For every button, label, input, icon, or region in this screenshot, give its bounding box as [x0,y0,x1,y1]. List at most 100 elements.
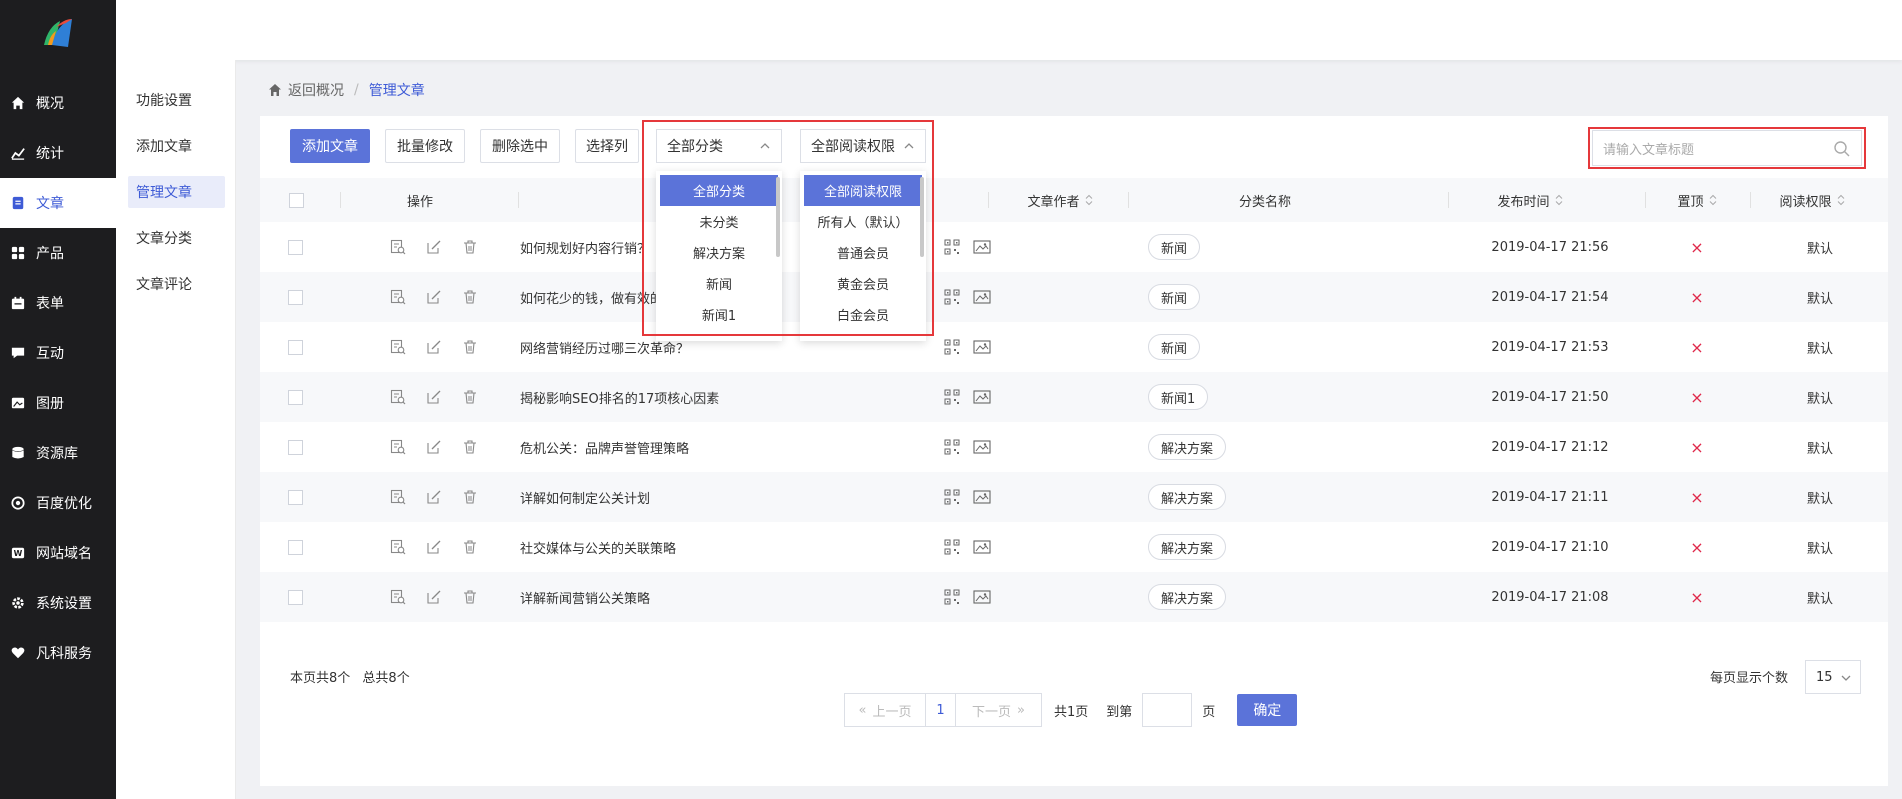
submenu-item-category[interactable]: 文章分类 [128,222,225,254]
delete-icon[interactable] [460,237,480,257]
nav-item-3[interactable]: 产品 [0,228,116,278]
preview-icon[interactable] [388,437,408,457]
article-title[interactable]: 详解如何制定公关计划 [520,472,860,522]
qrcode-icon[interactable] [942,287,962,307]
next-page-button[interactable]: 下一页 » [956,693,1042,727]
row-checkbox[interactable] [288,539,303,555]
prev-page-button[interactable]: « 上一页 [844,693,926,727]
category-option[interactable]: 新闻1 [660,299,778,330]
goto-page-input[interactable] [1142,693,1193,727]
search-icon[interactable] [1833,140,1851,158]
preview-icon[interactable] [388,487,408,507]
qrcode-icon[interactable] [942,437,962,457]
nav-item-0[interactable]: 概况 [0,78,116,128]
submenu-item-settings[interactable]: 功能设置 [128,84,225,116]
nav-item-6[interactable]: 图册 [0,378,116,428]
select-all-checkbox[interactable] [288,192,304,208]
delete-icon[interactable] [460,587,480,607]
preview-icon[interactable] [388,237,408,257]
category-option[interactable]: 解决方案 [660,237,778,268]
edit-icon[interactable] [424,437,444,457]
image-icon[interactable] [972,587,992,607]
image-icon[interactable] [972,487,992,507]
qrcode-icon[interactable] [942,537,962,557]
row-checkbox[interactable] [288,289,303,305]
dropdown-scrollbar[interactable] [920,177,924,257]
edit-icon[interactable] [424,237,444,257]
edit-icon[interactable] [424,287,444,307]
submenu-item-comments[interactable]: 文章评论 [128,268,225,300]
row-checkbox[interactable] [288,239,303,255]
submenu-item-add[interactable]: 添加文章 [128,130,225,162]
image-icon[interactable] [972,537,992,557]
logo[interactable] [0,0,116,66]
delete-icon[interactable] [460,287,480,307]
preview-icon[interactable] [388,287,408,307]
image-icon[interactable] [972,337,992,357]
edit-icon[interactable] [424,537,444,557]
row-checkbox[interactable] [288,439,303,455]
qrcode-icon[interactable] [942,387,962,407]
nav-item-9[interactable]: W 网站域名 [0,528,116,578]
top-status[interactable]: × [1687,522,1707,572]
image-icon[interactable] [972,237,992,257]
page-number-button[interactable]: 1 [926,693,956,727]
nav-item-1[interactable]: 统计 [0,128,116,178]
preview-icon[interactable] [388,537,408,557]
top-status[interactable]: × [1687,272,1707,322]
image-icon[interactable] [972,387,992,407]
top-status[interactable]: × [1687,422,1707,472]
row-checkbox[interactable] [288,489,303,505]
permission-option[interactable]: 黄金会员 [804,268,922,299]
qrcode-icon[interactable] [942,337,962,357]
nav-item-10[interactable]: 系统设置 [0,578,116,628]
image-icon[interactable] [972,287,992,307]
row-checkbox[interactable] [288,389,303,405]
top-status[interactable]: × [1687,572,1707,622]
edit-icon[interactable] [424,587,444,607]
dropdown-scrollbar[interactable] [776,177,780,257]
edit-icon[interactable] [424,387,444,407]
header-time[interactable]: 发布时间 [1450,178,1610,222]
edit-icon[interactable] [424,337,444,357]
delete-icon[interactable] [460,487,480,507]
qrcode-icon[interactable] [942,487,962,507]
header-author[interactable]: 文章作者 [990,178,1130,222]
qrcode-icon[interactable] [942,237,962,257]
header-top[interactable]: 置顶 [1647,178,1747,222]
top-status[interactable]: × [1687,472,1707,522]
delete-selected-button[interactable]: 删除选中 [480,129,560,163]
breadcrumb-back-link[interactable]: 返回概况 [288,80,344,100]
article-title[interactable]: 揭秘影响SEO排名的17项核心因素 [520,372,860,422]
delete-icon[interactable] [460,337,480,357]
nav-item-7[interactable]: 资源库 [0,428,116,478]
nav-item-5[interactable]: 互动 [0,328,116,378]
select-columns-button[interactable]: 选择列 [575,129,639,163]
per-page-select[interactable]: 15 [1805,660,1861,694]
article-title[interactable]: 社交媒体与公关的关联策略 [520,522,860,572]
top-status[interactable]: × [1687,322,1707,372]
image-icon[interactable] [972,437,992,457]
category-option[interactable]: 全部分类 [660,175,778,206]
article-title[interactable]: 危机公关：品牌声誉管理策略 [520,422,860,472]
preview-icon[interactable] [388,337,408,357]
batch-edit-button[interactable]: 批量修改 [385,129,465,163]
permission-select[interactable]: 全部阅读权限 [800,129,926,163]
nav-item-2[interactable]: 文章 [0,178,116,228]
preview-icon[interactable] [388,387,408,407]
qrcode-icon[interactable] [942,587,962,607]
article-title[interactable]: 详解新闻营销公关策略 [520,572,860,622]
edit-icon[interactable] [424,487,444,507]
delete-icon[interactable] [460,387,480,407]
preview-icon[interactable] [388,587,408,607]
nav-item-11[interactable]: 凡科服务 [0,628,116,678]
search-input[interactable]: 请输入文章标题 [1592,130,1862,166]
delete-icon[interactable] [460,437,480,457]
row-checkbox[interactable] [288,339,303,355]
category-select[interactable]: 全部分类 [656,129,782,163]
top-status[interactable]: × [1687,222,1707,272]
permission-option[interactable]: 普通会员 [804,237,922,268]
top-status[interactable]: × [1687,372,1707,422]
header-permission[interactable]: 阅读权限 [1752,178,1872,222]
nav-item-8[interactable]: 百度优化 [0,478,116,528]
